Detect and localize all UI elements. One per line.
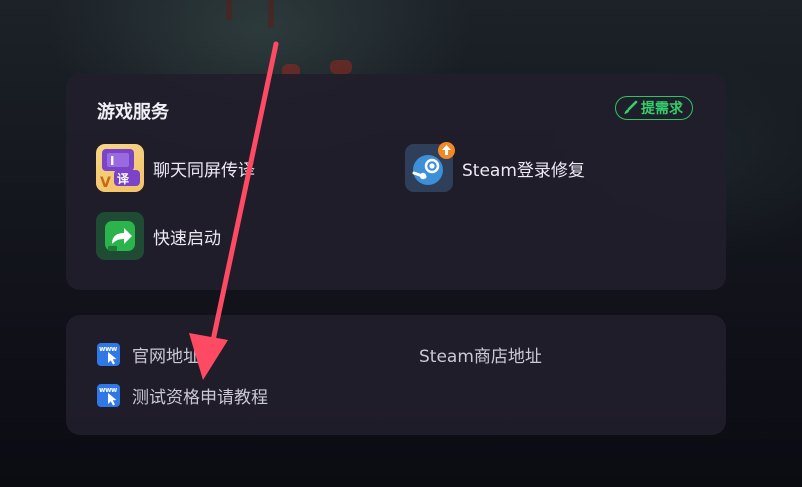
links-card: www 官网地址 Steam商店地址 www 测试资格申请教程 [66,315,726,435]
request-feature-button[interactable]: 提需求 [615,96,693,120]
link-official-site[interactable]: www 官网地址 [97,342,200,367]
link-test-qualification-tutorial[interactable]: www 测试资格申请教程 [97,383,268,408]
upgrade-badge-icon [437,141,456,164]
svg-text:V: V [100,175,111,191]
background-lantern [330,60,352,74]
svg-text:译: 译 [117,172,130,186]
service-label: 聊天同屏传译 [153,160,255,181]
steam-repair-icon [405,141,456,192]
service-quick-launch[interactable]: 快速启动 [96,212,221,260]
link-label: 测试资格申请教程 [132,388,268,408]
www-icon: www [97,384,120,407]
www-icon: www [97,343,120,366]
svg-text:I: I [110,154,114,168]
background-beam [226,0,232,20]
service-label: 快速启动 [153,228,221,249]
service-steam-login-repair[interactable]: Steam登录修复 [405,141,585,192]
link-steam-store[interactable]: Steam商店地址 [419,342,542,367]
background-beam [268,0,274,28]
link-label: Steam商店地址 [419,347,542,367]
chat-translate-icon: I 译 V [96,144,144,192]
game-services-title: 游戏服务 [97,102,169,123]
brush-icon [622,100,638,116]
quick-launch-icon [96,212,144,260]
game-services-card: 游戏服务 提需求 I 译 V 聊天同屏传译 Steam登录修复 快速启动 [66,74,726,290]
link-label: 官网地址 [132,347,200,367]
service-chat-translate[interactable]: I 译 V 聊天同屏传译 [96,144,255,192]
request-feature-label: 提需求 [641,101,683,117]
service-label: Steam登录修复 [462,160,585,181]
